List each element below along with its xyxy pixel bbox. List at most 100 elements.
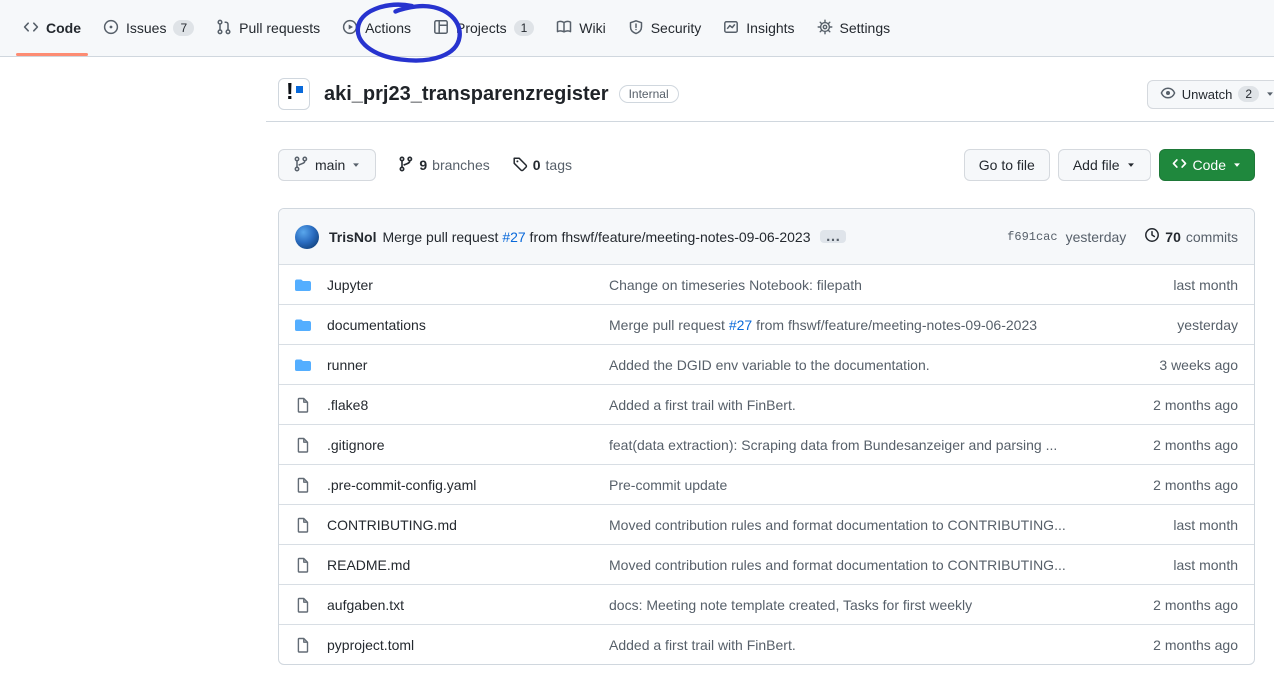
commit-message[interactable]: Merge pull request #27 from fhswf/featur… bbox=[382, 229, 810, 245]
pr-link[interactable]: #27 bbox=[502, 229, 525, 245]
tags-count: 0 bbox=[533, 157, 541, 173]
file-name-link[interactable]: Jupyter bbox=[327, 277, 593, 293]
branch-select-button[interactable]: main bbox=[278, 149, 376, 181]
file-name-link[interactable]: pyproject.toml bbox=[327, 637, 593, 653]
commit-author-link[interactable]: TrisNol bbox=[329, 229, 376, 245]
folder-icon bbox=[295, 357, 311, 373]
file-icon bbox=[295, 477, 311, 493]
commit-message[interactable]: Moved contribution rules and format docu… bbox=[609, 517, 1102, 533]
issues-count-badge: 7 bbox=[173, 20, 194, 36]
issue-opened-icon bbox=[103, 19, 119, 38]
unwatch-label: Unwatch bbox=[1182, 87, 1233, 102]
commit-date-link[interactable]: 2 months ago bbox=[1118, 437, 1238, 453]
commit-message[interactable]: Added a first trail with FinBert. bbox=[609, 397, 1102, 413]
pr-link[interactable]: #27 bbox=[729, 317, 752, 333]
tags-link[interactable]: 0 tags bbox=[512, 156, 572, 175]
git-branch-icon bbox=[398, 156, 414, 175]
commit-message[interactable]: Added the DGID env variable to the docum… bbox=[609, 357, 1102, 373]
commit-date-link[interactable]: last month bbox=[1118, 517, 1238, 533]
visibility-badge: Internal bbox=[619, 85, 679, 103]
folder-icon bbox=[295, 277, 311, 293]
commit-date-link[interactable]: last month bbox=[1118, 557, 1238, 573]
repo-tab-nav: Code Issues 7 Pull requests Actions Proj… bbox=[0, 0, 1274, 57]
tab-pull-requests[interactable]: Pull requests bbox=[207, 0, 329, 56]
commit-date-link[interactable]: 2 months ago bbox=[1118, 477, 1238, 493]
file-table: TrisNol Merge pull request #27 from fhsw… bbox=[278, 208, 1255, 665]
commit-history-link[interactable]: 70 commits bbox=[1144, 227, 1238, 246]
table-row: README.md Moved contribution rules and f… bbox=[279, 544, 1254, 584]
commit-date-link[interactable]: 2 months ago bbox=[1118, 637, 1238, 653]
tab-issues[interactable]: Issues 7 bbox=[94, 0, 203, 56]
file-name-link[interactable]: .gitignore bbox=[327, 437, 593, 453]
table-row: Jupyter Change on timeseries Notebook: f… bbox=[279, 264, 1254, 304]
file-name-link[interactable]: runner bbox=[327, 357, 593, 373]
unwatch-button[interactable]: Unwatch 2 bbox=[1147, 80, 1274, 109]
repo-header: ! aki_prj23_transparenzregister Internal… bbox=[266, 57, 1274, 122]
file-name-link[interactable]: .flake8 bbox=[327, 397, 593, 413]
commit-message[interactable]: Moved contribution rules and format docu… bbox=[609, 557, 1102, 573]
table-row: runner Added the DGID env variable to th… bbox=[279, 344, 1254, 384]
go-to-file-button[interactable]: Go to file bbox=[964, 149, 1050, 181]
table-row: pyproject.toml Added a first trail with … bbox=[279, 624, 1254, 664]
tag-icon bbox=[512, 156, 528, 175]
chevron-down-icon bbox=[1265, 87, 1274, 102]
add-file-label: Add file bbox=[1073, 157, 1120, 173]
code-icon bbox=[1172, 156, 1187, 174]
file-icon bbox=[295, 637, 311, 653]
table-row: aufgaben.txt docs: Meeting note template… bbox=[279, 584, 1254, 624]
tags-label: tags bbox=[546, 157, 572, 173]
file-name-link[interactable]: documentations bbox=[327, 317, 593, 333]
file-name-link[interactable]: CONTRIBUTING.md bbox=[327, 517, 593, 533]
repo-name[interactable]: aki_prj23_transparenzregister bbox=[324, 83, 609, 106]
watch-count-badge: 2 bbox=[1238, 86, 1259, 102]
org-avatar[interactable]: ! bbox=[278, 78, 310, 110]
file-icon bbox=[295, 557, 311, 573]
file-icon bbox=[295, 397, 311, 413]
commit-message[interactable]: Pre-commit update bbox=[609, 477, 1102, 493]
add-file-button[interactable]: Add file bbox=[1058, 149, 1151, 181]
table-icon bbox=[433, 19, 449, 38]
commit-author-avatar[interactable] bbox=[295, 225, 319, 249]
file-icon bbox=[295, 597, 311, 613]
commit-message[interactable]: feat(data extraction): Scraping data fro… bbox=[609, 437, 1102, 453]
table-row: .flake8 Added a first trail with FinBert… bbox=[279, 384, 1254, 424]
file-name-link[interactable]: aufgaben.txt bbox=[327, 597, 593, 613]
file-icon bbox=[295, 437, 311, 453]
file-icon bbox=[295, 517, 311, 533]
tab-label: Issues bbox=[126, 20, 166, 36]
tab-actions[interactable]: Actions bbox=[333, 0, 420, 56]
commit-time-link[interactable]: yesterday bbox=[1066, 229, 1127, 245]
tab-label: Actions bbox=[365, 20, 411, 36]
commit-message[interactable]: Change on timeseries Notebook: filepath bbox=[609, 277, 1102, 293]
commit-date-link[interactable]: 2 months ago bbox=[1118, 597, 1238, 613]
tab-projects[interactable]: Projects 1 bbox=[424, 0, 543, 56]
commit-message[interactable]: Merge pull request #27 from fhswf/featur… bbox=[609, 317, 1102, 333]
branches-count: 9 bbox=[419, 157, 427, 173]
book-icon bbox=[556, 19, 572, 38]
commit-hash-link[interactable]: f691cac bbox=[1007, 230, 1057, 244]
tab-label: Security bbox=[651, 20, 702, 36]
commit-date-link[interactable]: 3 weeks ago bbox=[1118, 357, 1238, 373]
commit-date-link[interactable]: 2 months ago bbox=[1118, 397, 1238, 413]
tab-label: Settings bbox=[840, 20, 891, 36]
commit-date-link[interactable]: yesterday bbox=[1118, 317, 1238, 333]
commits-count: 70 bbox=[1165, 229, 1181, 245]
code-download-button[interactable]: Code bbox=[1159, 149, 1255, 181]
commit-description-toggle[interactable]: … bbox=[820, 230, 846, 243]
tab-insights[interactable]: Insights bbox=[714, 0, 803, 56]
tab-label: Wiki bbox=[579, 20, 605, 36]
tab-label: Insights bbox=[746, 20, 794, 36]
tab-security[interactable]: Security bbox=[619, 0, 711, 56]
gear-icon bbox=[817, 19, 833, 38]
commit-message[interactable]: Added a first trail with FinBert. bbox=[609, 637, 1102, 653]
tab-wiki[interactable]: Wiki bbox=[547, 0, 614, 56]
file-name-link[interactable]: README.md bbox=[327, 557, 593, 573]
play-icon bbox=[342, 19, 358, 38]
file-name-link[interactable]: .pre-commit-config.yaml bbox=[327, 477, 593, 493]
commit-date-link[interactable]: last month bbox=[1118, 277, 1238, 293]
branches-link[interactable]: 9 branches bbox=[398, 156, 489, 175]
commit-message[interactable]: docs: Meeting note template created, Tas… bbox=[609, 597, 1102, 613]
tab-code[interactable]: Code bbox=[14, 0, 90, 56]
projects-count-badge: 1 bbox=[514, 20, 535, 36]
tab-settings[interactable]: Settings bbox=[808, 0, 900, 56]
